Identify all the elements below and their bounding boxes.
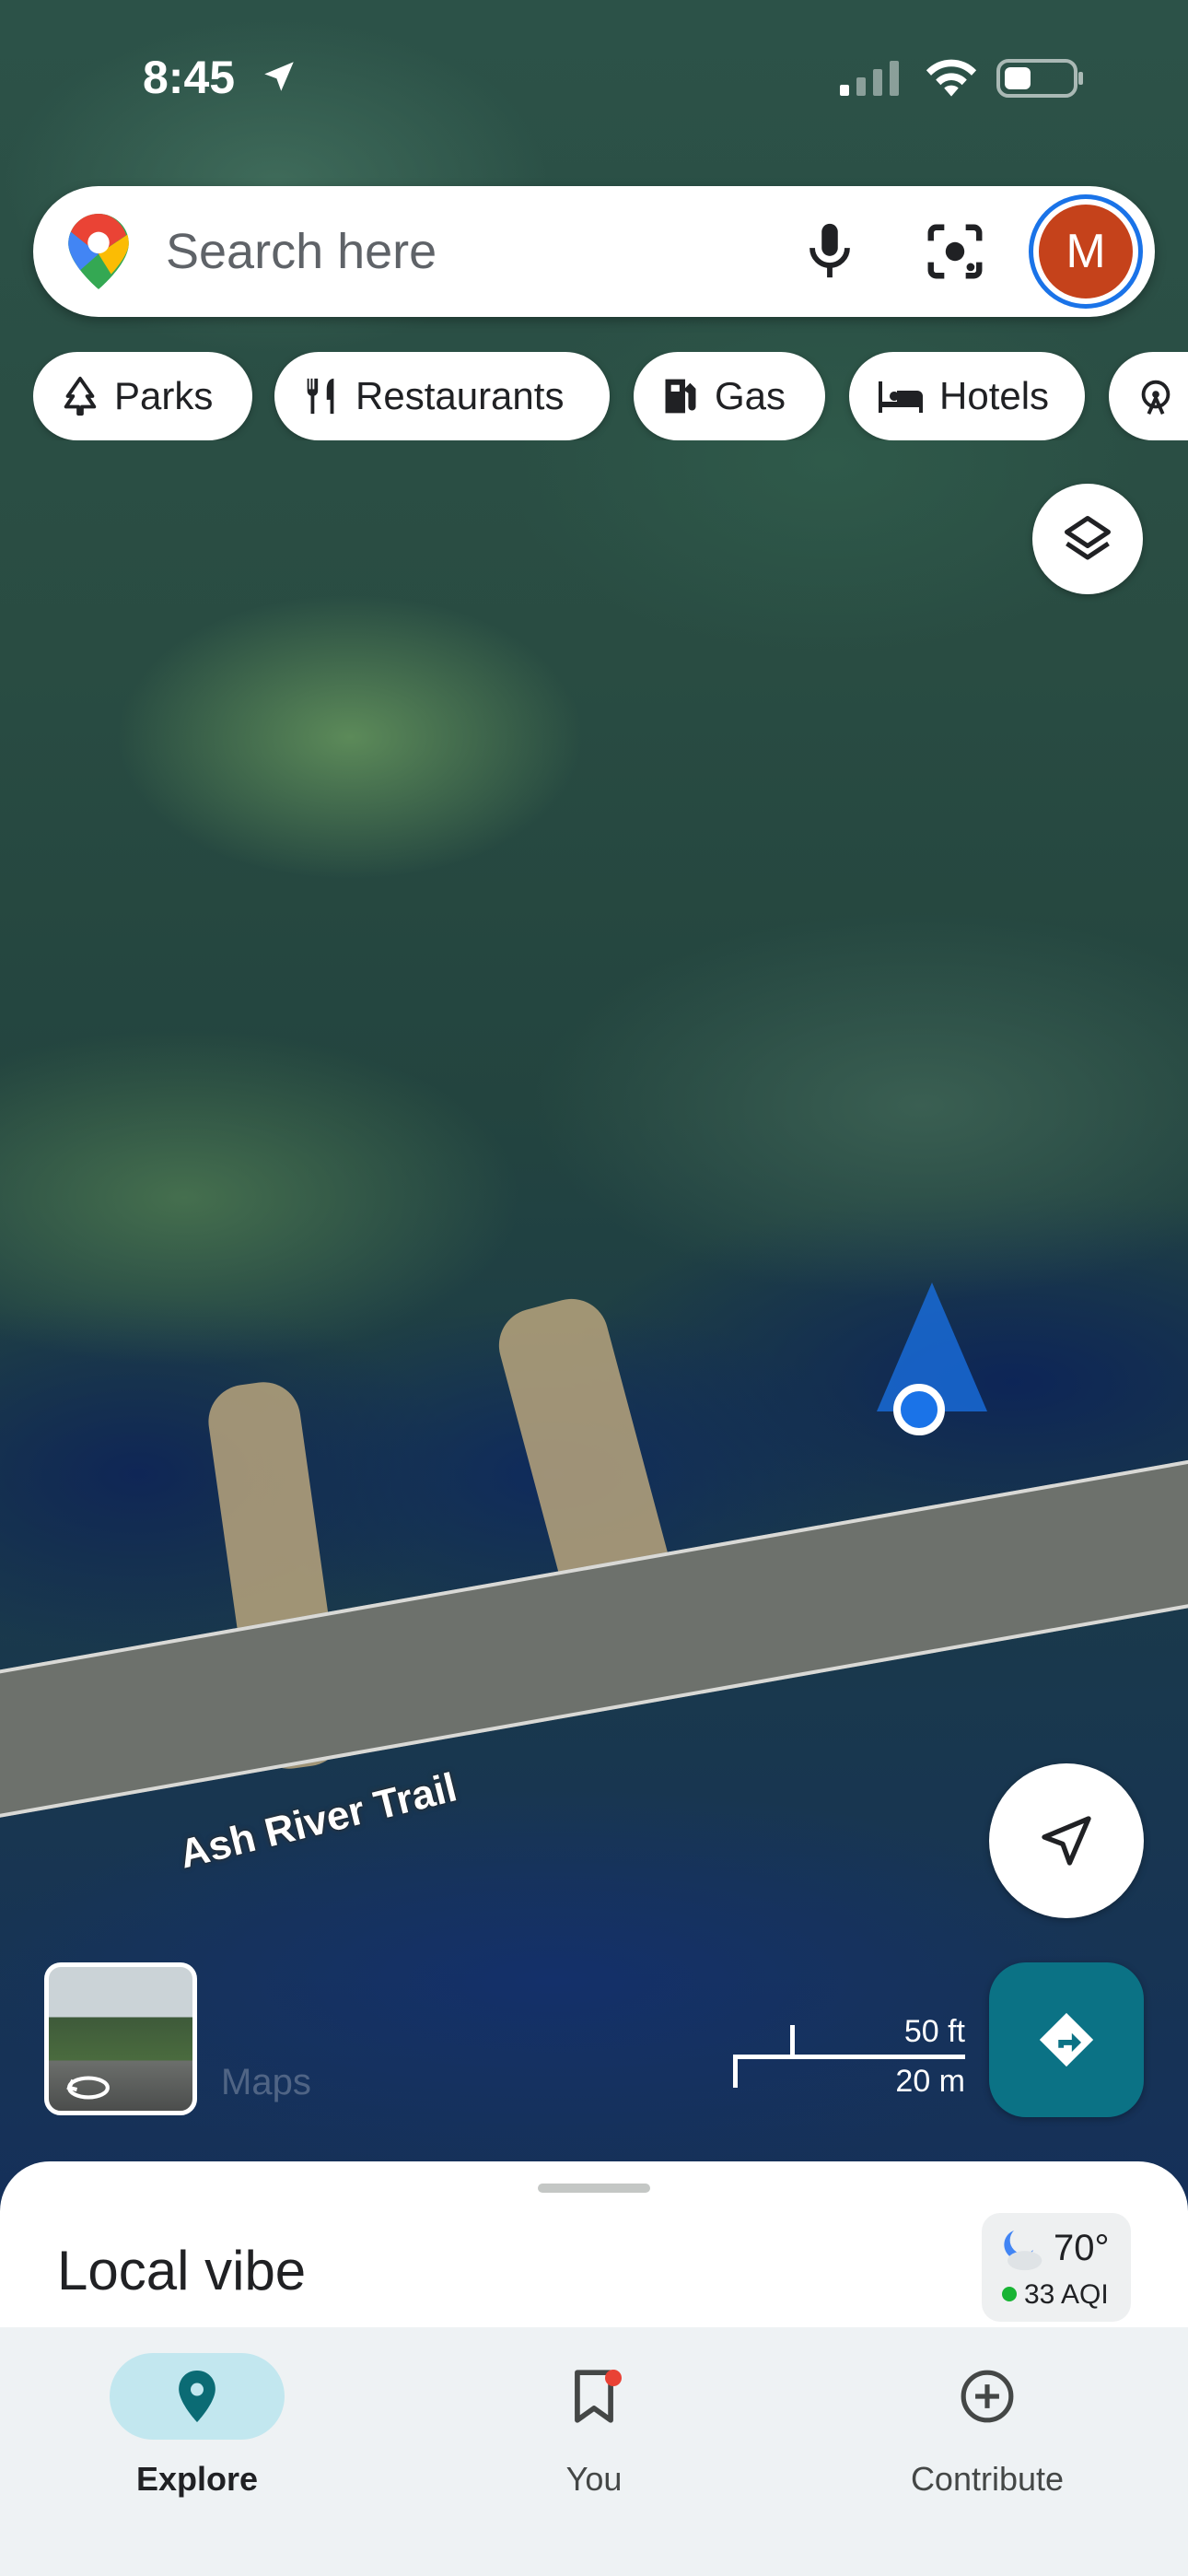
chip-label: Hotels	[939, 374, 1050, 417]
add-circle-icon	[961, 2370, 1014, 2423]
gas-pump-icon	[665, 379, 696, 414]
aqi-status-dot	[1002, 2287, 1017, 2301]
status-bar: 8:45	[0, 0, 1188, 157]
chip-hotels[interactable]: Hotels	[849, 352, 1085, 440]
fork-knife-icon	[307, 378, 334, 415]
directions-button[interactable]	[989, 1962, 1144, 2117]
street-view-thumbnail[interactable]	[44, 1962, 197, 2115]
map-scale: 50 ft 20 m	[733, 2014, 965, 2099]
nav-contribute[interactable]: Contribute	[849, 2340, 1125, 2524]
scale-metric: 20 m	[895, 2064, 965, 2099]
category-chips: Parks Restaurants Gas Hotels	[33, 352, 1188, 440]
chip-gas[interactable]: Gas	[634, 352, 825, 440]
layers-button[interactable]	[1032, 484, 1143, 594]
wifi-icon	[926, 59, 977, 97]
sheet-title: Local vibe	[57, 2240, 307, 2301]
battery-icon	[996, 59, 1083, 98]
notification-badge	[605, 2370, 622, 2386]
location-pin-icon	[179, 2371, 215, 2422]
nav-explore[interactable]: Explore	[59, 2340, 335, 2524]
avatar[interactable]: M	[1033, 199, 1138, 304]
my-location-button[interactable]	[989, 1763, 1144, 1918]
chip-attractions[interactable]	[1109, 352, 1188, 440]
directions-icon	[1039, 2012, 1094, 2067]
scale-bar	[733, 2055, 965, 2059]
chip-label: Parks	[114, 374, 214, 417]
current-location-dot[interactable]	[893, 1384, 945, 1435]
map-watermark: Maps	[221, 2062, 311, 2102]
bottom-navigation: Explore You Contribute	[0, 2327, 1188, 2576]
moon-cloud-icon	[1004, 2231, 1042, 2271]
maps-logo-icon	[68, 214, 129, 289]
bed-icon	[879, 381, 923, 413]
chip-label: Gas	[715, 374, 786, 417]
aqi-value: 33 AQI	[1024, 2279, 1109, 2310]
chip-restaurants[interactable]: Restaurants	[274, 352, 610, 440]
scale-tick	[790, 2025, 795, 2058]
sheet-grabber[interactable]	[538, 2184, 650, 2193]
camera-lens-icon[interactable]	[923, 219, 987, 284]
layers-icon	[1065, 516, 1111, 560]
nav-label: Explore	[135, 2460, 259, 2498]
microphone-icon[interactable]	[798, 217, 862, 284]
ferris-wheel-icon	[1141, 380, 1171, 415]
search-input[interactable]: Search here	[166, 223, 437, 280]
scale-tick	[733, 2055, 738, 2088]
search-bar[interactable]: Search here M	[33, 186, 1155, 317]
chip-label: Restaurants	[355, 374, 565, 417]
navigation-arrow-icon	[1042, 1816, 1091, 1866]
nav-label: You	[565, 2460, 623, 2498]
temperature: 70°	[1054, 2228, 1110, 2268]
bottom-sheet[interactable]: Local vibe 70° 33 AQI	[0, 2161, 1188, 2327]
scale-imperial: 50 ft	[903, 2014, 965, 2049]
weather-badge[interactable]: 70° 33 AQI	[982, 2213, 1131, 2322]
status-time: 8:45	[143, 52, 236, 103]
road-label: Ash River Trail	[175, 1764, 461, 1878]
tree-icon	[64, 376, 97, 416]
chip-parks[interactable]: Parks	[33, 352, 252, 440]
rotate-360-icon	[66, 2076, 110, 2100]
cellular-signal-icon	[840, 61, 899, 96]
location-arrow-icon	[264, 62, 294, 91]
nav-label: Contribute	[910, 2460, 1065, 2498]
nav-you[interactable]: You	[456, 2340, 732, 2524]
